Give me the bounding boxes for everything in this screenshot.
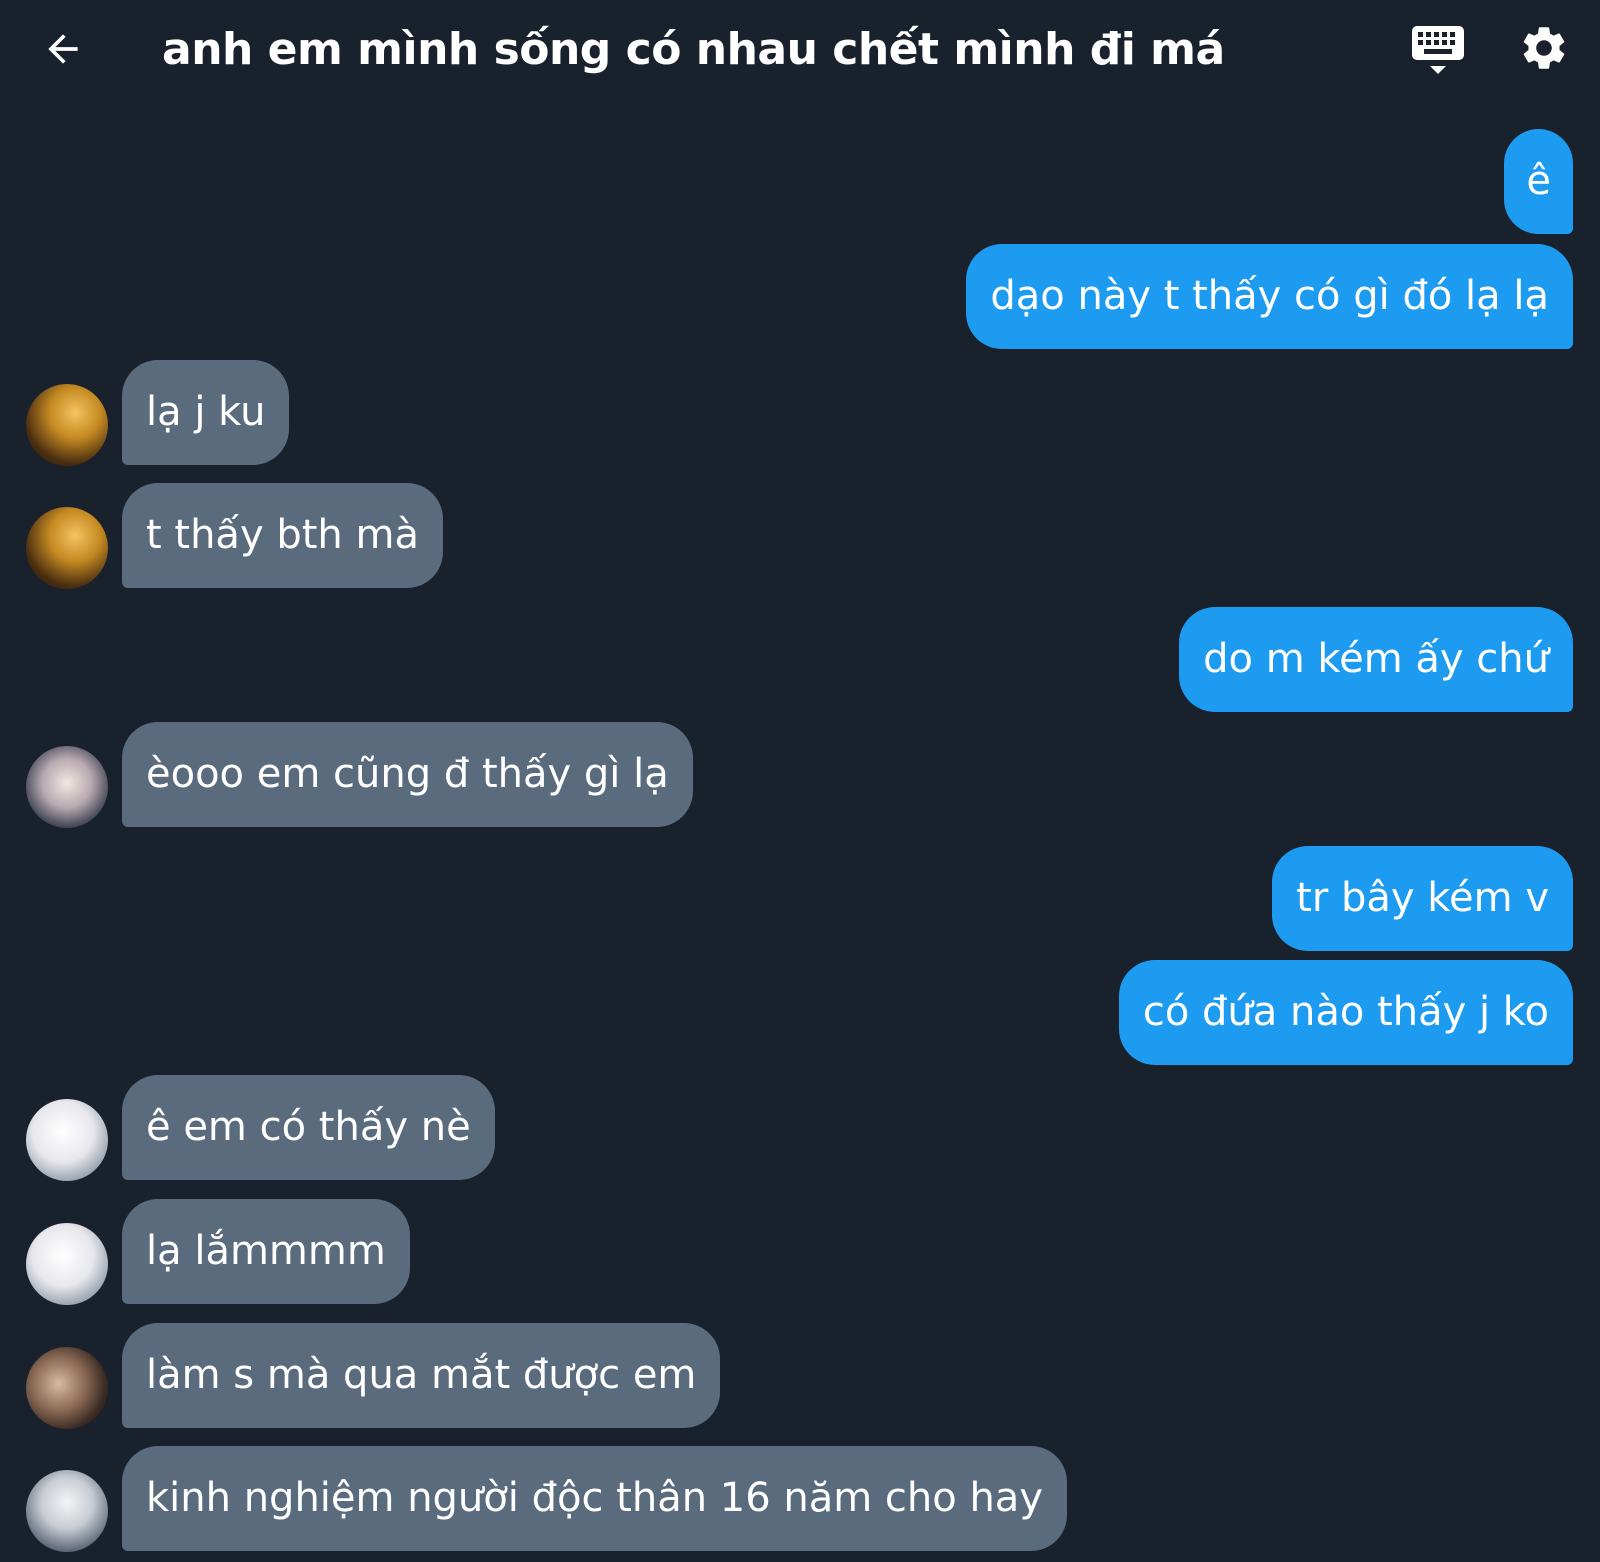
incoming-message[interactable]: lạ j ku (122, 360, 290, 465)
outgoing-message[interactable]: có đứa nào thấy j ko (1118, 960, 1573, 1065)
message-text: có đứa nào thấy j ko (1142, 989, 1549, 1035)
settings-button[interactable] (1518, 22, 1574, 78)
gold-hair-avatar[interactable] (26, 507, 108, 589)
boy-avatar[interactable] (26, 1470, 108, 1552)
message-text: ê (1526, 158, 1551, 204)
message-text: lạ lắmmmm (146, 1228, 386, 1274)
message-text: do m kém ấy chứ (1203, 636, 1549, 682)
message-text: èooo em cũng đ thấy gì lạ (146, 751, 669, 797)
message-text: tr bây kém v (1296, 875, 1549, 921)
outgoing-message[interactable]: tr bây kém v (1272, 846, 1573, 951)
sunglasses-avatar[interactable] (26, 746, 108, 828)
message-text: lạ j ku (146, 389, 266, 435)
keyboard-button[interactable] (1408, 22, 1468, 78)
message-text: dạo này t thấy có gì đó lạ lạ (990, 273, 1549, 319)
white-shirt-avatar[interactable] (26, 1223, 108, 1305)
incoming-message[interactable]: t thấy bth mà (122, 483, 443, 588)
top-bar: anh em mình sống có nhau chết mình đi má (0, 0, 1600, 100)
outgoing-message[interactable]: dạo này t thấy có gì đó lạ lạ (966, 244, 1573, 349)
incoming-message[interactable]: kinh nghiệm người độc thân 16 năm cho ha… (122, 1446, 1067, 1551)
chat-title: anh em mình sống có nhau chết mình đi má (162, 24, 1225, 75)
outgoing-message[interactable]: do m kém ấy chứ (1179, 607, 1573, 712)
message-text: t thấy bth mà (146, 512, 419, 558)
gold-hair-avatar[interactable] (26, 384, 108, 466)
message-text: làm s mà qua mắt được em (146, 1352, 697, 1398)
message-text: ê em có thấy nè (146, 1104, 471, 1150)
arrow-left-icon (48, 34, 78, 64)
girl-avatar[interactable] (26, 1347, 108, 1429)
white-shirt-avatar[interactable] (26, 1099, 108, 1181)
keyboard-icon (1412, 26, 1464, 74)
back-button[interactable] (38, 24, 88, 74)
incoming-message[interactable]: ê em có thấy nè (122, 1075, 495, 1180)
incoming-message[interactable]: èooo em cũng đ thấy gì lạ (122, 722, 693, 827)
gear-icon (1523, 27, 1565, 69)
message-text: kinh nghiệm người độc thân 16 năm cho ha… (146, 1475, 1043, 1521)
incoming-message[interactable]: làm s mà qua mắt được em (122, 1323, 721, 1428)
outgoing-message[interactable]: ê (1504, 129, 1573, 234)
incoming-message[interactable]: lạ lắmmmm (122, 1199, 410, 1304)
